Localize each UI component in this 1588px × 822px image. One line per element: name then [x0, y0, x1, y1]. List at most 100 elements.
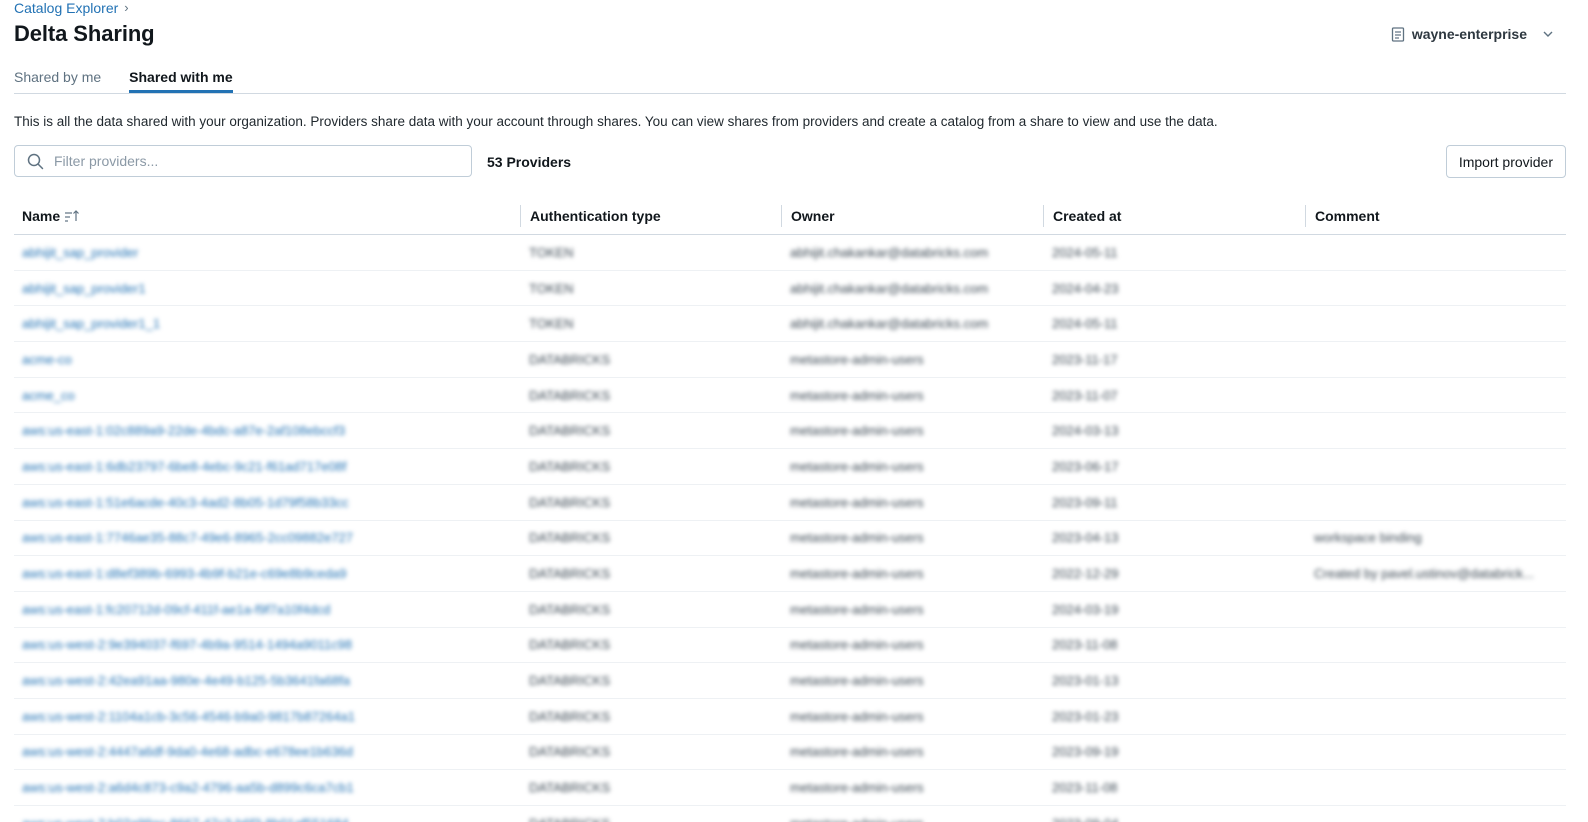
provider-name-link[interactable]: acme-co — [14, 352, 520, 367]
owner-cell: metastore-admin-users — [790, 673, 924, 689]
authentication-type-cell: DATABRICKS — [529, 637, 611, 653]
authentication-type-cell: DATABRICKS — [529, 708, 611, 724]
tab-shared-with-me[interactable]: Shared with me — [129, 66, 233, 93]
table-row[interactable]: abhijit_sap_provider1_1 TOKEN abhijit.chak… — [14, 306, 1566, 343]
authentication-type-cell: DATABRICKS — [529, 780, 611, 796]
column-header-owner[interactable]: Owner — [781, 204, 1043, 227]
owner-cell: metastore-admin-users — [790, 423, 924, 439]
table-body: abhijit_sap_provider TOKEN abhijit.chakank… — [14, 235, 1566, 822]
owner-cell: metastore-admin-users — [790, 494, 924, 510]
table-row[interactable]: aws:us-east-1:d8ef389b-6993-4b9f-b21e-c6… — [14, 556, 1566, 592]
table-row[interactable]: acme-co DATABRICKS metastore-admin-users 20… — [14, 342, 1566, 378]
provider-name-link[interactable]: aws:us-east-1:6db23797-6be8-4ebc-9c21-f6… — [14, 459, 520, 474]
owner-cell: metastore-admin-users — [790, 601, 924, 617]
search-box[interactable] — [14, 145, 472, 177]
providers-table: Name Authentication type Owner Created a… — [14, 197, 1566, 822]
provider-name-link[interactable]: aws:us-west-2:9e394037-f697-4b9a-9514-14… — [14, 637, 520, 652]
workspace-name: wayne-enterprise — [1411, 26, 1527, 42]
column-header-authentication-type[interactable]: Authentication type — [520, 204, 781, 227]
comment-cell: workspace binding — [1314, 530, 1422, 546]
created-at-cell: 2023-09-19 — [1052, 744, 1119, 760]
table-row[interactable]: aws:us-west-2:b02a99ac-8667-47c3-b6f3-8b… — [14, 806, 1566, 822]
table-row[interactable]: aws:us-east-1:fc20712d-09cf-411f-ae1a-f9… — [14, 592, 1566, 628]
sort-ascending-icon[interactable] — [64, 209, 80, 223]
owner-cell: metastore-admin-users — [790, 351, 924, 367]
breadcrumb: Catalog Explorer › — [14, 0, 129, 16]
authentication-type-cell: DATABRICKS — [520, 816, 781, 822]
table-row[interactable]: aws:us-west-2:42ea91aa-980e-4e49-b125-5b… — [14, 663, 1566, 699]
table-row[interactable]: aws:us-east-1:6db23797-6be8-4ebc-9c21-f6… — [14, 449, 1566, 485]
owner-cell: metastore-admin-users — [790, 708, 924, 724]
created-at-cell: 2023-11-08 — [1052, 637, 1118, 653]
created-at-cell: 2024-03-13 — [1052, 423, 1119, 439]
authentication-type-cell: DATABRICKS — [529, 601, 611, 617]
workspace-selector[interactable]: wayne-enterprise — [1391, 26, 1554, 42]
column-header-created-at[interactable]: Created at — [1043, 204, 1305, 227]
owner-cell: metastore-admin-users — [790, 780, 924, 796]
created-at-cell: 2023-11-08 — [1052, 780, 1118, 796]
provider-name-link[interactable]: aws:us-west-2:b02a99ac-8667-47c3-b6f3-8b… — [14, 816, 520, 822]
document-icon — [1391, 26, 1404, 42]
created-at-cell: 2022-12-29 — [1052, 566, 1119, 582]
provider-name-link[interactable]: acme_co — [14, 388, 520, 403]
table-row[interactable]: aws:us-east-1:02c889a9-22de-4bdc-a87e-2a… — [14, 413, 1566, 450]
authentication-type-cell: DATABRICKS — [529, 458, 611, 474]
table-row[interactable]: aws:us-east-1:51e6acde-40c3-4ad2-8b05-1d… — [14, 485, 1566, 521]
owner-cell: metastore-admin-users — [790, 744, 924, 760]
provider-name-link[interactable]: aws:us-east-1:02c889a9-22de-4bdc-a87e-2a… — [14, 423, 520, 438]
table-row[interactable]: acme_co DATABRICKS metastore-admin-users 20… — [14, 378, 1566, 414]
column-header-comment[interactable]: Comment — [1305, 204, 1566, 227]
authentication-type-cell: DATABRICKS — [529, 494, 611, 510]
created-at-cell: 2024-04-23 — [1052, 280, 1119, 296]
provider-name-link[interactable]: aws:us-west-2:a6d4c873-c9a2-4796-aa5b-d8… — [14, 780, 520, 795]
tab-shared-by-me[interactable]: Shared by me — [14, 66, 101, 93]
created-at-cell: 2023-04-13 — [1052, 530, 1119, 546]
owner-cell: metastore-admin-users — [790, 387, 924, 403]
provider-name-link[interactable]: aws:us-east-1:d8ef389b-6993-4b9f-b21e-c6… — [14, 566, 520, 581]
import-provider-button[interactable]: Import provider — [1445, 145, 1566, 178]
table-row[interactable]: aws:us-west-2:9e394037-f697-4b9a-9514-14… — [14, 628, 1566, 664]
column-header-name[interactable]: Name — [14, 205, 520, 227]
chevron-down-icon — [1543, 31, 1553, 37]
provider-name-link[interactable]: aws:us-west-2:4447a6df-9da0-4e68-adbc-e6… — [14, 744, 520, 759]
breadcrumb-catalog-explorer-link[interactable]: Catalog Explorer — [14, 0, 118, 16]
table-row[interactable]: aws:us-west-2:a6d4c873-c9a2-4796-aa5b-d8… — [14, 770, 1566, 806]
owner-cell: metastore-admin-users — [790, 566, 924, 582]
provider-name-link[interactable]: aws:us-east-1:fc20712d-09cf-411f-ae1a-f9… — [14, 602, 520, 617]
table-row[interactable]: aws:us-east-1:7746ae35-88c7-49e6-8965-2c… — [14, 521, 1566, 557]
owner-cell: abhijit.chakankar@databricks.com — [790, 316, 989, 332]
authentication-type-cell: TOKEN — [529, 280, 574, 296]
provider-name-link[interactable]: aws:us-west-2:1104a1cb-3c56-4546-b9a0-98… — [14, 709, 520, 724]
authentication-type-cell: DATABRICKS — [529, 530, 611, 546]
authentication-type-cell: DATABRICKS — [529, 423, 611, 439]
owner-cell: abhijit.chakankar@databricks.com — [790, 280, 989, 296]
authentication-type-cell: DATABRICKS — [529, 744, 611, 760]
column-header-label: Name — [22, 207, 61, 224]
created-at-cell: 2023-01-13 — [1052, 673, 1119, 689]
breadcrumb-separator-icon: › — [124, 0, 129, 15]
table-row[interactable]: aws:us-west-2:4447a6df-9da0-4e68-adbc-e6… — [14, 735, 1566, 771]
provider-name-link[interactable]: aws:us-east-1:7746ae35-88c7-49e6-8965-2c… — [14, 530, 520, 545]
page-title: Delta Sharing — [14, 21, 155, 46]
table-row[interactable]: abhijit_sap_provider TOKEN abhijit.chakank… — [14, 235, 1566, 271]
created-at-cell: 2023-09-04 — [1043, 816, 1305, 822]
provider-name-link[interactable]: aws:us-east-1:51e6acde-40c3-4ad2-8b05-1d… — [14, 495, 520, 510]
provider-name-link[interactable]: abhijit_sap_provider1 — [14, 281, 520, 296]
provider-count: 53 Providers — [487, 154, 572, 170]
provider-name-link[interactable]: abhijit_sap_provider1_1 — [14, 316, 520, 331]
created-at-cell: 2024-05-11 — [1052, 244, 1118, 260]
authentication-type-cell: DATABRICKS — [529, 387, 611, 403]
comment-cell: Created by pavel.ustinov@databrick... — [1314, 566, 1534, 582]
created-at-cell: 2023-11-07 — [1052, 387, 1118, 403]
created-at-cell: 2024-03-19 — [1052, 601, 1119, 617]
provider-name-link[interactable]: abhijit_sap_provider — [14, 245, 520, 260]
created-at-cell: 2023-09-11 — [1052, 494, 1118, 510]
page-description: This is all the data shared with your or… — [14, 114, 1218, 129]
filter-providers-input[interactable] — [52, 152, 456, 170]
provider-name-link[interactable]: aws:us-west-2:42ea91aa-980e-4e49-b125-5b… — [14, 673, 520, 688]
table-row[interactable]: abhijit_sap_provider1 TOKEN abhijit.chakan… — [14, 271, 1566, 307]
created-at-cell: 2023-01-23 — [1052, 708, 1119, 724]
table-row[interactable]: aws:us-west-2:1104a1cb-3c56-4546-b9a0-98… — [14, 699, 1566, 735]
owner-cell: metastore-admin-users — [781, 816, 1043, 822]
authentication-type-cell: DATABRICKS — [529, 566, 611, 582]
